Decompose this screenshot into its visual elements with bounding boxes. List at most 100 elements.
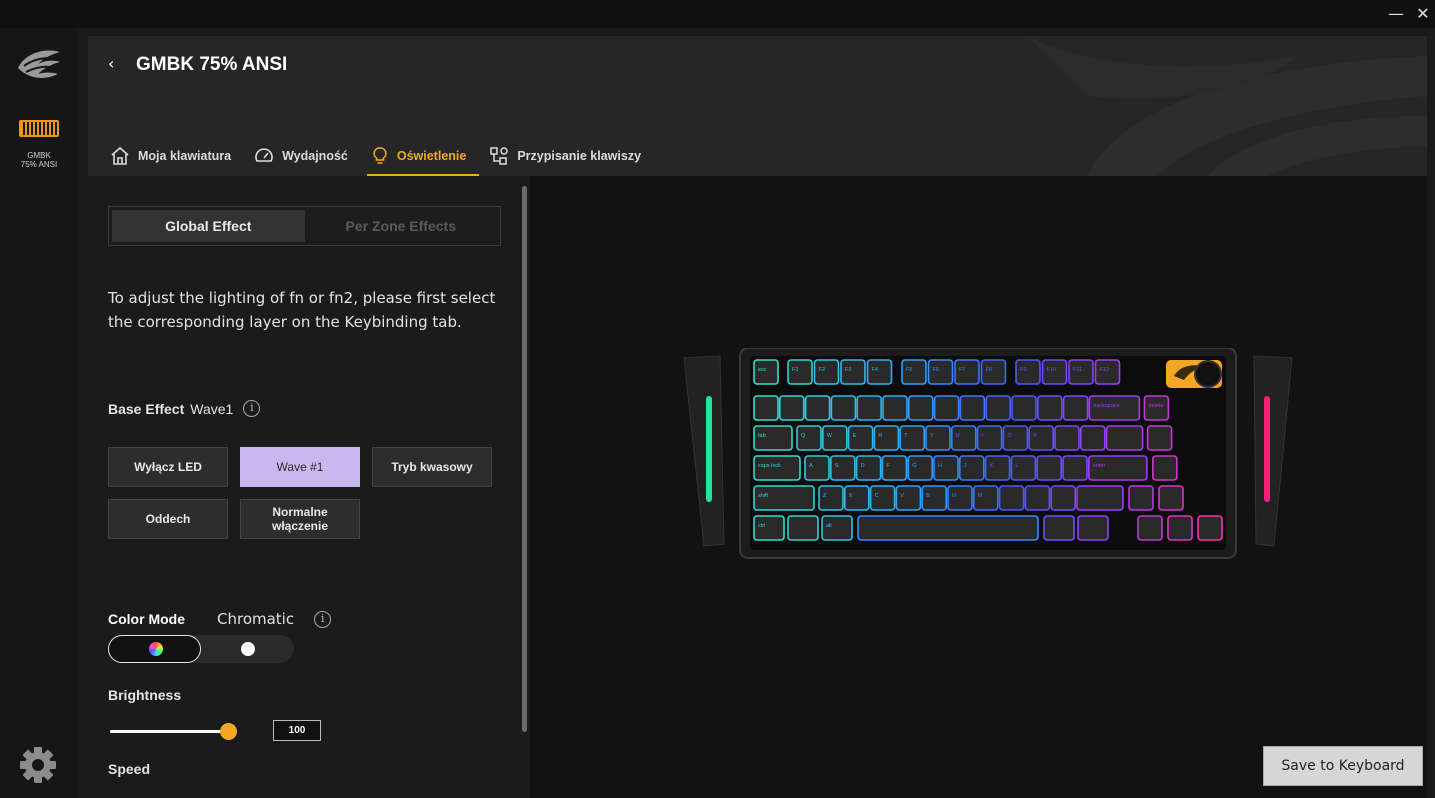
key-label: F11 bbox=[1073, 367, 1082, 373]
key-label: caps lock bbox=[758, 463, 781, 469]
key-label: D bbox=[861, 463, 865, 469]
key-label: U bbox=[956, 433, 960, 439]
white-option[interactable] bbox=[241, 642, 255, 656]
effect-scope-toggle: Global Effect Per Zone Effects bbox=[108, 206, 501, 246]
speedometer-icon bbox=[255, 148, 273, 162]
key-label: A bbox=[809, 463, 813, 469]
key bbox=[1024, 485, 1051, 511]
key-win bbox=[787, 515, 819, 541]
key-label: S bbox=[835, 463, 839, 469]
key-label: F2 bbox=[819, 367, 825, 373]
keyboard-icon bbox=[19, 120, 59, 137]
brightness-label: Brightness bbox=[108, 687, 182, 703]
close-button[interactable]: ✕ bbox=[1411, 4, 1435, 24]
key bbox=[856, 395, 882, 421]
volume-knob[interactable] bbox=[1166, 360, 1222, 388]
key-label: Q bbox=[801, 433, 806, 439]
key-label: P bbox=[1033, 433, 1037, 439]
key bbox=[1054, 425, 1080, 451]
key-label: B bbox=[926, 493, 930, 499]
key-label: tab bbox=[758, 433, 766, 439]
color-mode-label: Color Mode bbox=[108, 611, 185, 627]
tab-bar: Moja klawiatura Wydajność Oświetlenie Pr… bbox=[110, 136, 664, 176]
rainbow-dot-icon bbox=[149, 642, 163, 656]
key-label: C bbox=[875, 493, 879, 499]
tab-label: Oświetlenie bbox=[396, 149, 467, 163]
color-mode-row: Color Mode Chromatic i bbox=[108, 610, 332, 628]
back-button[interactable]: ‹ bbox=[108, 54, 114, 73]
key-label: shift bbox=[758, 493, 769, 499]
key-label: J bbox=[964, 463, 967, 469]
brightness-slider-track[interactable] bbox=[110, 730, 228, 733]
panel-scrollbar[interactable] bbox=[522, 186, 527, 732]
tab-performance[interactable]: Wydajność bbox=[254, 136, 357, 176]
save-to-keyboard-button[interactable]: Save to Keyboard bbox=[1263, 746, 1423, 786]
tab-label: Wydajność bbox=[282, 149, 348, 163]
key bbox=[1050, 485, 1077, 511]
effect-off-button[interactable]: Wyłącz LED bbox=[108, 447, 228, 487]
key bbox=[908, 395, 934, 421]
key-label: ctrl bbox=[758, 523, 765, 529]
key bbox=[1105, 425, 1144, 451]
app-window: — ✕ GMBK 75% ANSI ‹ GMBK 75% ANSI Moja k… bbox=[0, 0, 1435, 798]
brand-wing-icon bbox=[18, 50, 60, 78]
key bbox=[985, 395, 1012, 421]
key-label: X bbox=[849, 493, 853, 499]
key bbox=[1146, 425, 1173, 451]
tab-label: Przypisanie klawiszy bbox=[517, 149, 642, 163]
per-zone-effects-tab[interactable]: Per Zone Effects bbox=[305, 210, 498, 242]
key-label: G bbox=[912, 463, 916, 469]
minimize-button[interactable]: — bbox=[1384, 4, 1408, 24]
key-label: F9 bbox=[1020, 367, 1026, 373]
page-title: GMBK 75% ANSI bbox=[136, 54, 288, 75]
tab-lighting[interactable]: Oświetlenie bbox=[366, 136, 480, 176]
lighting-settings-panel bbox=[88, 176, 530, 798]
effect-breath-button[interactable]: Oddech bbox=[108, 499, 228, 539]
brightness-slider-thumb[interactable] bbox=[220, 723, 237, 740]
effect-wave-button[interactable]: Wave #1 bbox=[240, 447, 360, 487]
tab-my-keyboard[interactable]: Moja klawiatura bbox=[110, 136, 240, 176]
base-effect-value: Wave1 bbox=[190, 400, 234, 417]
key-label: K bbox=[990, 463, 994, 469]
key-label: delete bbox=[1148, 403, 1163, 409]
key-label: Y bbox=[930, 433, 934, 439]
home-icon bbox=[111, 146, 129, 165]
right-side-light bbox=[1253, 355, 1293, 547]
lightbulb-icon bbox=[373, 147, 387, 164]
key bbox=[1077, 515, 1109, 541]
key-label: H bbox=[938, 463, 942, 469]
title-bar: — ✕ bbox=[0, 0, 1435, 28]
rail-device-item[interactable]: GMBK 75% ANSI bbox=[0, 120, 78, 169]
left-side-light bbox=[683, 355, 725, 547]
brightness-value-input[interactable]: 100 bbox=[273, 720, 321, 741]
base-effect-row: Base Effect Wave1 i bbox=[108, 400, 261, 417]
key-label: W bbox=[827, 433, 833, 439]
key-label: F5 bbox=[906, 367, 912, 373]
key-right bbox=[1197, 515, 1223, 541]
key-label: F10 bbox=[1047, 367, 1056, 373]
key bbox=[1011, 395, 1037, 421]
global-effect-tab[interactable]: Global Effect bbox=[112, 210, 305, 242]
key-label: F3 bbox=[845, 367, 851, 373]
key-label: backspace bbox=[1093, 403, 1119, 409]
key-label: O bbox=[1007, 433, 1012, 439]
base-effect-label: Base Effect bbox=[108, 400, 185, 417]
key-label: R bbox=[878, 433, 882, 439]
key-label: F8 bbox=[986, 367, 992, 373]
header-decoration bbox=[1027, 36, 1427, 176]
keymap-icon bbox=[490, 147, 509, 165]
key-left bbox=[1137, 515, 1163, 541]
info-icon[interactable]: i bbox=[243, 400, 261, 417]
effect-normal-button[interactable]: Normalne włączenie bbox=[240, 499, 360, 539]
info-icon[interactable]: i bbox=[314, 610, 332, 628]
tab-keybinding[interactable]: Przypisanie klawiszy bbox=[489, 136, 650, 176]
key bbox=[933, 395, 960, 421]
key bbox=[1036, 455, 1063, 481]
key bbox=[804, 395, 831, 421]
chromatic-option[interactable] bbox=[108, 635, 201, 663]
key bbox=[1043, 515, 1075, 541]
gear-icon[interactable] bbox=[17, 744, 59, 786]
color-mode-value: Chromatic bbox=[217, 610, 295, 628]
effect-acid-button[interactable]: Tryb kwasowy bbox=[372, 447, 492, 487]
key bbox=[1062, 455, 1088, 481]
